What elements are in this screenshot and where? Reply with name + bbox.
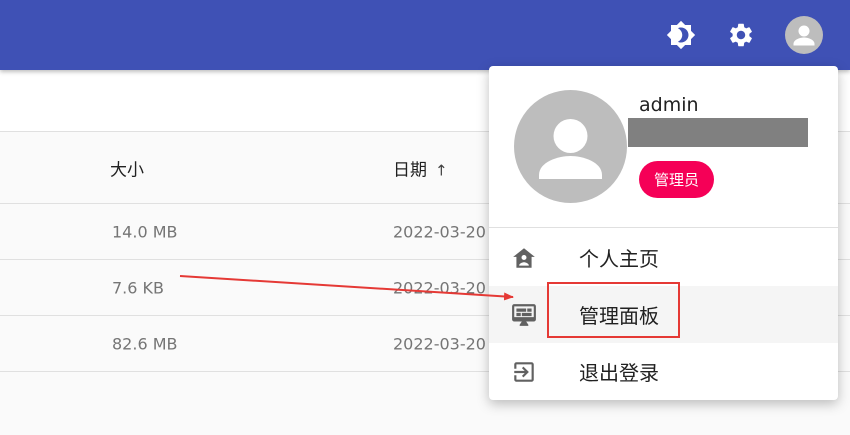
menu-item-label: 退出登录 <box>579 361 659 385</box>
file-size: 82.6 MB <box>112 334 178 353</box>
menu-item-admin-dashboard[interactable]: 管理面板 <box>489 286 838 343</box>
sort-ascending-icon[interactable]: ↑ <box>435 161 448 179</box>
file-date: 2022-03-20 <box>393 334 486 353</box>
file-size: 7.6 KB <box>112 278 164 297</box>
theme-toggle-button[interactable] <box>661 15 701 55</box>
admin-dashboard-icon <box>511 302 537 328</box>
file-date: 2022-03-20 <box>393 222 486 241</box>
settings-button[interactable] <box>721 15 761 55</box>
redacted-email <box>628 118 808 147</box>
profile-home-icon <box>511 245 537 271</box>
menu-item-logout[interactable]: 退出登录 <box>489 343 838 400</box>
username: admin <box>639 94 699 116</box>
file-size: 14.0 MB <box>112 222 178 241</box>
menu-item-label: 个人主页 <box>579 247 659 271</box>
column-header-date-label: 日期 <box>393 160 427 180</box>
theme-toggle-icon <box>666 20 696 50</box>
account-icon <box>539 119 602 179</box>
avatar <box>514 90 627 203</box>
column-header-date[interactable]: 日期 ↑ <box>393 155 448 180</box>
menu-item-label: 管理面板 <box>579 304 659 328</box>
account-icon <box>785 16 823 54</box>
role-badge: 管理员 <box>639 161 715 198</box>
account-button[interactable] <box>784 15 824 55</box>
user-profile-card: admin 管理员 <box>489 66 838 228</box>
file-date: 2022-03-20 <box>393 278 486 297</box>
column-header-size[interactable]: 大小 <box>110 155 144 180</box>
app-bar <box>0 0 850 70</box>
logout-icon <box>511 359 537 385</box>
user-menu: admin 管理员 个人主页 管理面板 退出登录 <box>489 66 838 400</box>
menu-item-profile[interactable]: 个人主页 <box>489 229 838 286</box>
role-badge-label: 管理员 <box>654 171 700 189</box>
settings-icon <box>730 23 752 47</box>
